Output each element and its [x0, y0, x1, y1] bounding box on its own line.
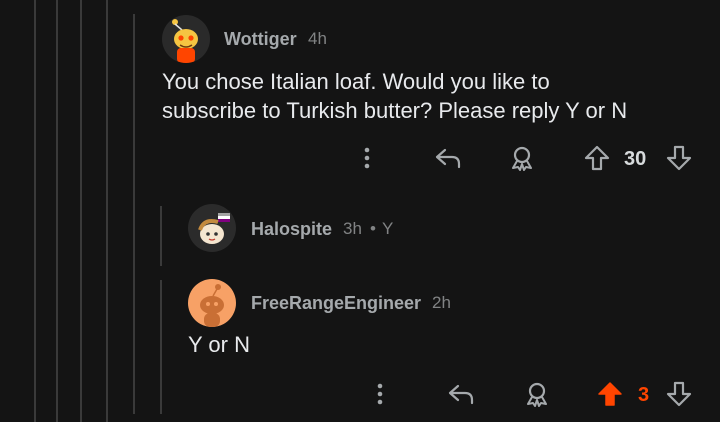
user-avatar[interactable] — [188, 204, 236, 252]
default-snoo-avatar-icon — [200, 284, 224, 327]
user-avatar[interactable] — [162, 15, 210, 63]
comment-username[interactable]: Wottiger — [224, 29, 297, 50]
reply-thread-line[interactable] — [160, 280, 162, 414]
comment-timestamp[interactable]: 3h — [343, 219, 362, 239]
meta-separator: • — [370, 219, 376, 238]
comment-username[interactable]: FreeRangeEngineer — [251, 293, 421, 314]
downvote-icon — [666, 145, 692, 171]
reply-thread-line[interactable] — [160, 206, 162, 266]
more-options-button[interactable] — [367, 381, 393, 407]
award-icon — [527, 382, 547, 407]
more-options-icon — [377, 383, 383, 405]
snoo-avatar-white-icon — [198, 210, 230, 244]
reply-button[interactable] — [445, 379, 477, 409]
upvote-button-active[interactable] — [595, 379, 625, 409]
comment-username[interactable]: Halospite — [251, 219, 332, 240]
upvote-button[interactable] — [582, 143, 612, 173]
downvote-button[interactable] — [664, 143, 694, 173]
thread-line[interactable] — [34, 0, 36, 422]
thread-line[interactable] — [80, 0, 82, 422]
comment-body-line: subscribe to Turkish butter? Please repl… — [162, 98, 628, 123]
more-options-button[interactable] — [354, 145, 380, 171]
user-flair: Y — [382, 219, 394, 238]
vote-count: 3 — [638, 384, 650, 406]
award-button[interactable] — [521, 379, 553, 409]
more-options-icon — [364, 147, 370, 169]
snoo-avatar-yellow-icon — [172, 19, 198, 63]
reply-icon — [435, 148, 461, 169]
vote-count: 30 — [624, 148, 647, 170]
award-button[interactable] — [506, 143, 538, 173]
downvote-button[interactable] — [664, 379, 694, 409]
downvote-icon — [666, 381, 692, 407]
upvote-icon — [584, 145, 610, 171]
thread-line[interactable] — [56, 0, 58, 422]
reply-icon — [448, 384, 474, 405]
thread-line[interactable] — [133, 14, 135, 414]
thread-line[interactable] — [106, 0, 108, 422]
comment-body: Y or N — [188, 332, 250, 357]
user-avatar[interactable] — [188, 279, 236, 327]
comment-body-line: You chose Italian loaf. Would you like t… — [162, 69, 550, 94]
reply-button[interactable] — [432, 143, 464, 173]
comment-timestamp[interactable]: 2h — [432, 293, 451, 313]
comment-body: You chose Italian loaf. Would you like t… — [162, 67, 627, 125]
award-icon — [512, 146, 532, 171]
upvote-icon — [598, 382, 622, 406]
comment-timestamp[interactable]: 4h — [308, 29, 327, 49]
